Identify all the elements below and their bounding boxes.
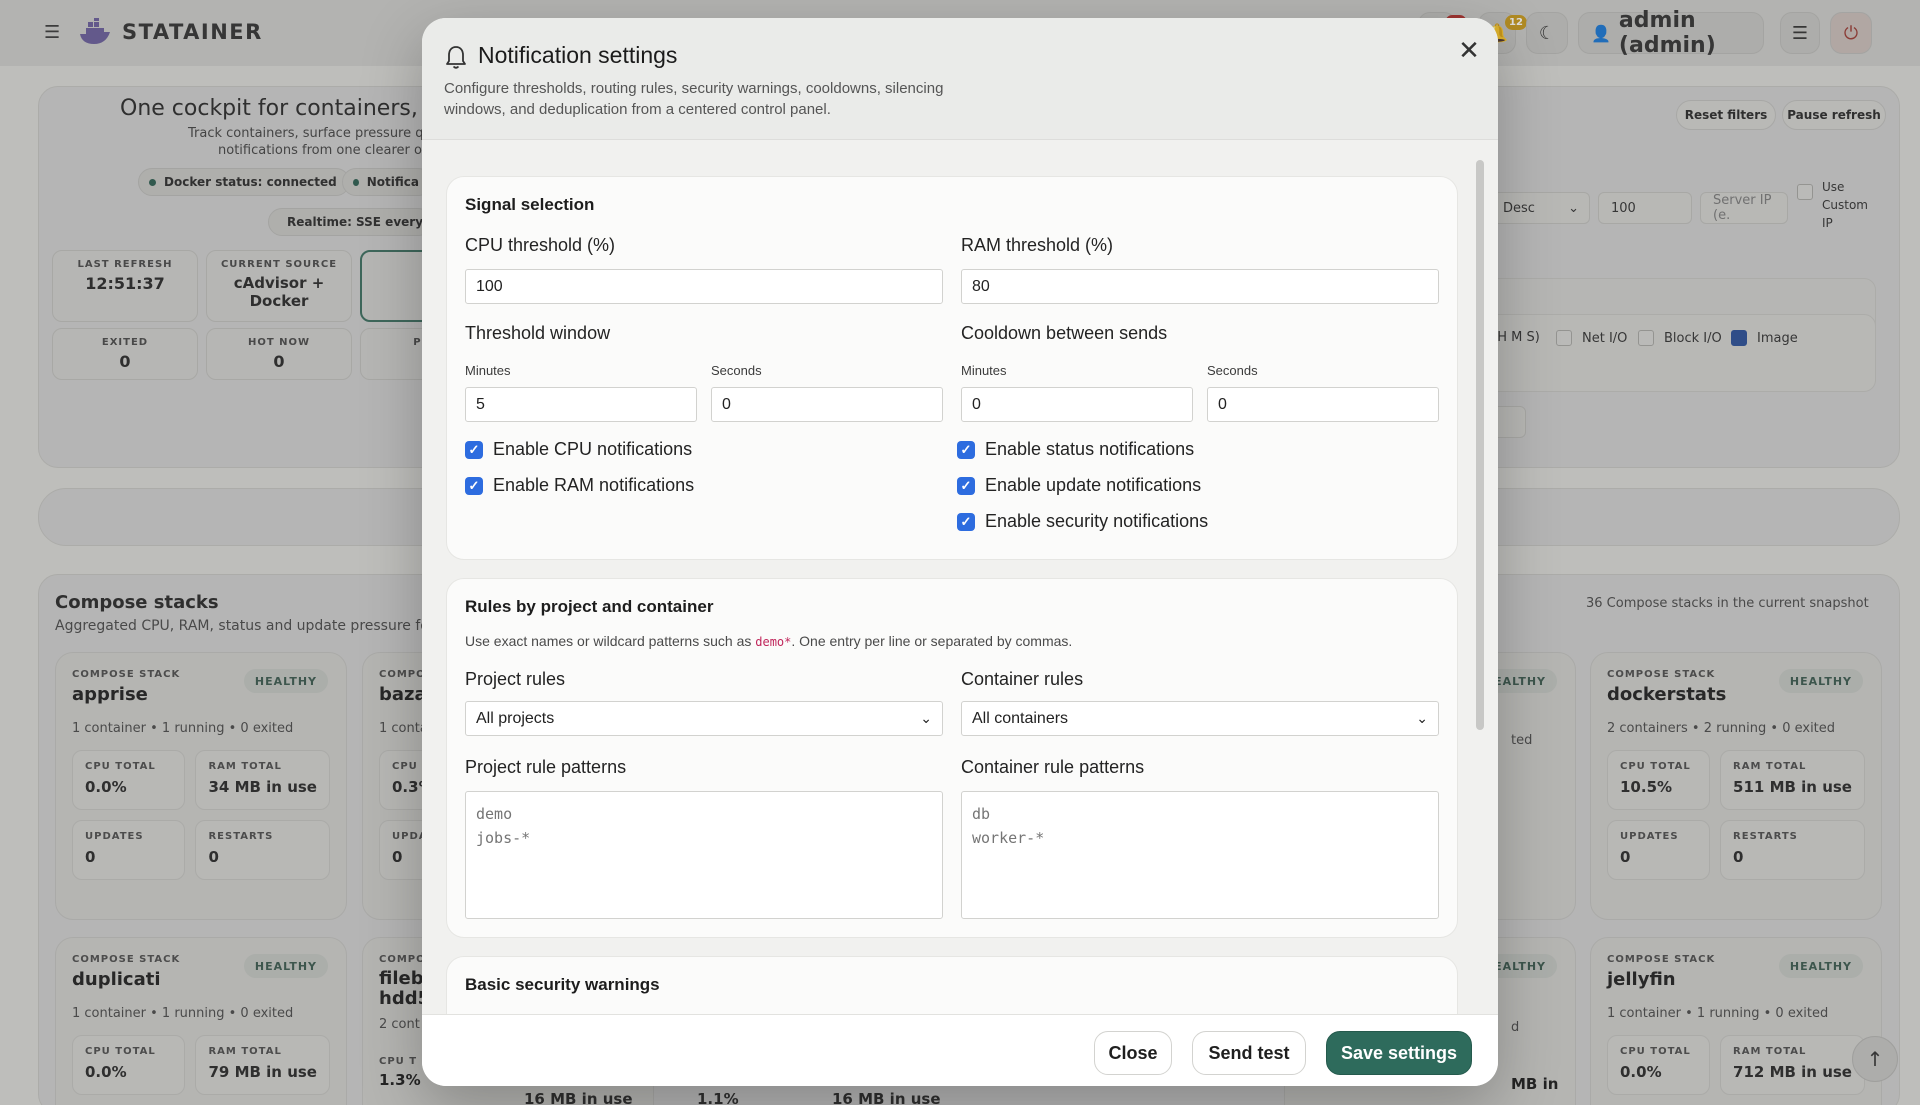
enable-cpu-checkbox[interactable]: ✓ Enable CPU notifications <box>465 439 692 460</box>
modal-scrollbar[interactable] <box>1476 160 1484 730</box>
window-seconds-label: Seconds <box>711 363 762 378</box>
window-minutes-input[interactable] <box>465 387 697 422</box>
rules-section: Rules by project and container Use exact… <box>446 578 1458 938</box>
checkmark-icon: ✓ <box>465 476 483 495</box>
checkmark-icon: ✓ <box>957 476 975 495</box>
security-warnings-section: Basic security warnings <box>446 956 1458 1014</box>
container-patterns-label: Container rule patterns <box>961 757 1145 777</box>
checkmark-icon: ✓ <box>465 440 483 459</box>
chevron-down-icon: ⌄ <box>1416 710 1428 726</box>
project-patterns-label: Project rule patterns <box>465 757 627 777</box>
cooldown-label: Cooldown between sends <box>961 323 1168 343</box>
enable-security-checkbox[interactable]: ✓ Enable security notifications <box>957 511 1208 532</box>
notification-settings-modal: Notification settings Configure threshol… <box>422 18 1498 1086</box>
cpu-threshold-label: CPU threshold (%) <box>465 235 616 255</box>
signal-selection-section: Signal selection CPU threshold (%) RAM t… <box>446 176 1458 560</box>
container-rules-select[interactable]: All containers ⌄ <box>961 701 1439 736</box>
ram-threshold-label: RAM threshold (%) <box>961 235 1114 255</box>
save-settings-button[interactable]: Save settings <box>1326 1031 1472 1075</box>
rules-hint: Use exact names or wildcard patterns suc… <box>465 633 1073 649</box>
project-rules-select[interactable]: All projects ⌄ <box>465 701 943 736</box>
bell-icon <box>446 46 466 69</box>
container-rules-label: Container rules <box>961 669 1084 689</box>
cooldown-minutes-input[interactable] <box>961 387 1193 422</box>
container-patterns-textarea[interactable] <box>961 791 1439 919</box>
section-title: Basic security warnings <box>465 975 660 994</box>
ram-threshold-input[interactable] <box>961 269 1439 304</box>
checkmark-icon: ✓ <box>957 512 975 531</box>
modal-body[interactable]: Signal selection CPU threshold (%) RAM t… <box>422 140 1498 1014</box>
cooldown-seconds-input[interactable] <box>1207 387 1439 422</box>
cooldown-minutes-label: Minutes <box>961 363 1007 378</box>
chevron-down-icon: ⌄ <box>920 710 932 726</box>
project-patterns-textarea[interactable] <box>465 791 943 919</box>
modal-header: Notification settings Configure threshol… <box>422 18 1498 140</box>
section-title: Rules by project and container <box>465 597 714 616</box>
modal-footer: Close Send test Save settings <box>422 1014 1498 1086</box>
modal-title: Notification settings <box>478 42 678 68</box>
cooldown-seconds-label: Seconds <box>1207 363 1258 378</box>
enable-status-checkbox[interactable]: ✓ Enable status notifications <box>957 439 1194 460</box>
window-seconds-input[interactable] <box>711 387 943 422</box>
window-minutes-label: Minutes <box>465 363 511 378</box>
enable-update-checkbox[interactable]: ✓ Enable update notifications <box>957 475 1201 496</box>
threshold-window-label: Threshold window <box>465 323 611 343</box>
close-button[interactable]: Close <box>1094 1031 1172 1075</box>
project-rules-label: Project rules <box>465 669 566 689</box>
send-test-button[interactable]: Send test <box>1192 1031 1306 1075</box>
close-icon[interactable]: ✕ <box>1452 34 1486 68</box>
checkmark-icon: ✓ <box>957 440 975 459</box>
section-title: Signal selection <box>465 195 595 214</box>
enable-ram-checkbox[interactable]: ✓ Enable RAM notifications <box>465 475 694 496</box>
modal-description: Configure thresholds, routing rules, sec… <box>444 80 944 118</box>
cpu-threshold-input[interactable] <box>465 269 943 304</box>
